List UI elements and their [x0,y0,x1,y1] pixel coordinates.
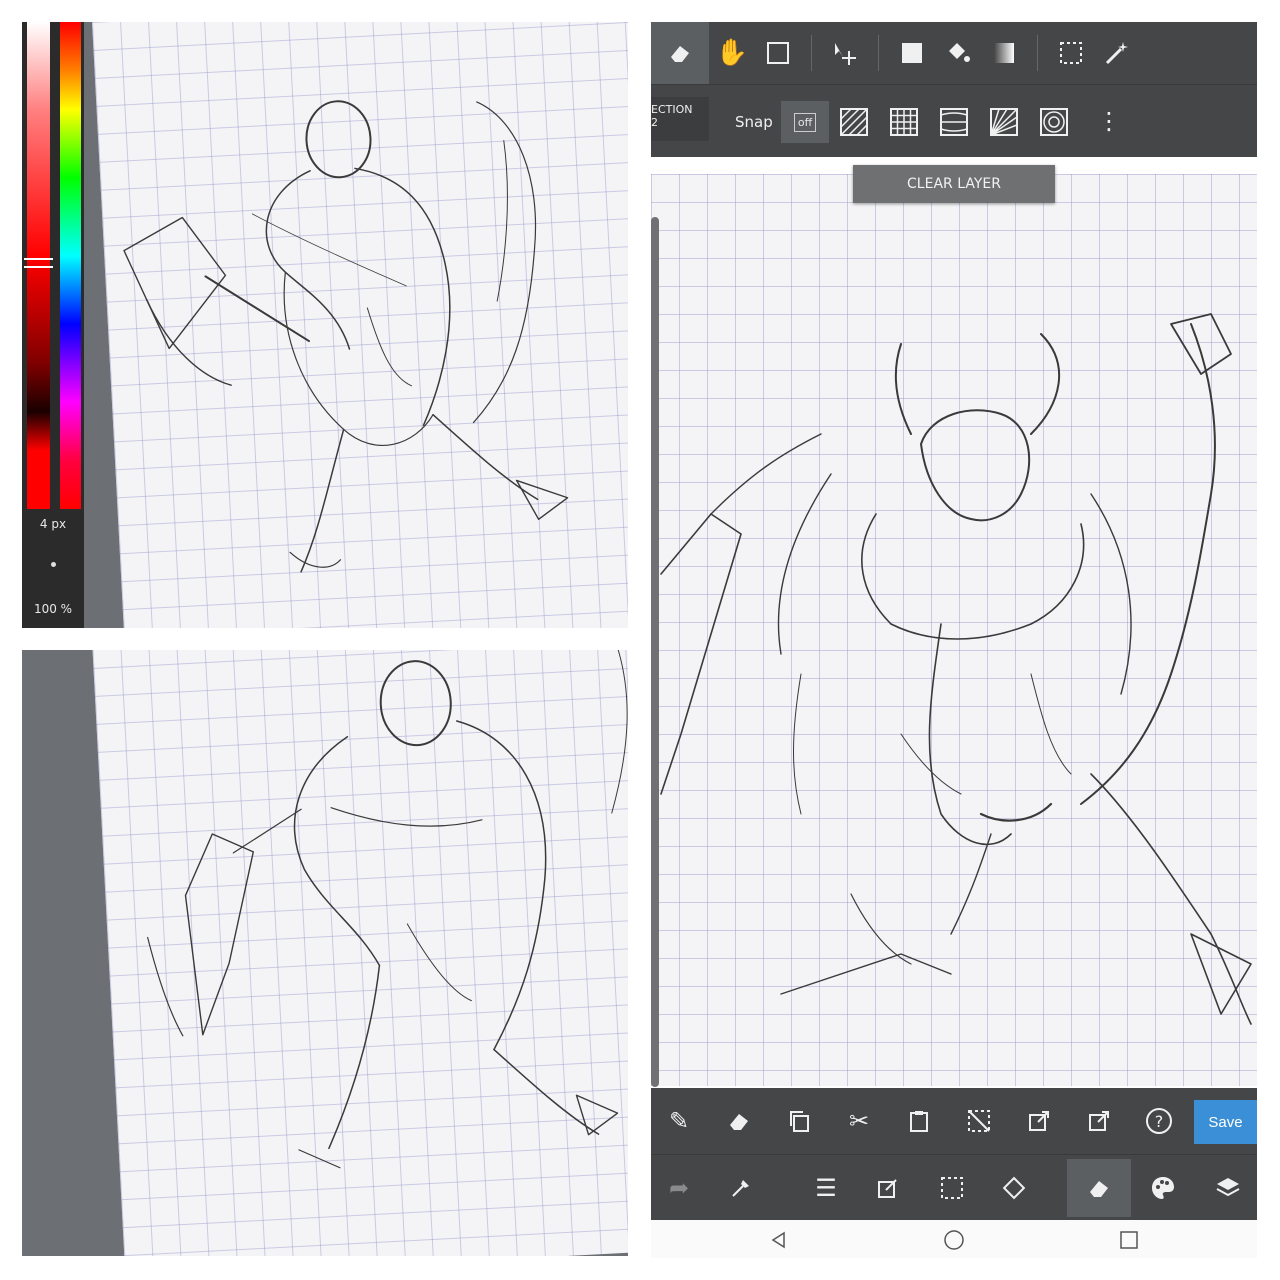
redo-icon[interactable]: ➦ [659,1168,699,1208]
bucket-icon[interactable] [935,30,981,76]
system-navbar [651,1220,1257,1258]
eraser-icon[interactable] [719,1101,759,1141]
rotate-icon[interactable] [994,1168,1034,1208]
gradient-icon[interactable] [981,30,1027,76]
sketch-drawing [660,313,1252,1025]
palette-icon[interactable] [1143,1168,1183,1208]
bottom-toolbar-edit: ✎ ✂ ? Save [651,1088,1257,1154]
back-icon[interactable] [764,1225,794,1255]
perspective-icon[interactable] [989,107,1019,137]
eyedropper-icon[interactable] [721,1168,761,1208]
recents-icon[interactable] [1114,1225,1144,1255]
sketch-view-top-left: 4 px 100 % [22,22,628,628]
save-button[interactable]: Save [1194,1100,1257,1144]
svg-text:?: ? [1155,1112,1164,1131]
magic-wand-icon[interactable] [1094,30,1140,76]
paste-icon[interactable] [899,1101,939,1141]
sketch-view-bottom-left [22,650,628,1256]
top-toolbar: ✋ [651,22,1257,84]
vanishing-lines-icon[interactable] [939,107,969,137]
snap-toolbar: ECTION 2 Snap off ⋮ [651,84,1257,157]
canvas-scrollbar[interactable] [651,217,659,1087]
saturation-marker[interactable] [24,258,53,268]
deselect-icon[interactable] [959,1101,999,1141]
selection-icon[interactable] [932,1168,972,1208]
snap-label: Snap [735,113,773,131]
copy-icon[interactable] [779,1101,819,1141]
more-vertical-icon[interactable]: ⋮ [1097,107,1121,135]
concentric-icon[interactable] [1039,107,1069,137]
toolbar-divider [811,35,812,71]
grid-icon[interactable] [889,107,919,137]
toolbar-divider [1037,35,1038,71]
editor-view: ✋ ECTION 2 Snap off ⋮ CLEAR LAYER ✎ ✂ ? … [651,22,1257,1258]
eraser-icon[interactable] [1079,1168,1119,1208]
hand-icon[interactable]: ✋ [709,30,755,76]
home-icon[interactable] [939,1225,969,1255]
sketch-drawing [147,650,628,1169]
export-icon[interactable] [1019,1101,1059,1141]
canvas-sheet[interactable] [92,22,628,628]
snap-off-button[interactable]: off [781,101,829,143]
cut-icon[interactable]: ✂ [839,1101,879,1141]
bottom-toolbar-tools: ➦ ☰ [651,1154,1257,1221]
rectangle-icon[interactable] [755,30,801,76]
edit-icon[interactable] [868,1168,908,1208]
snap-off-label: off [793,112,817,132]
share-icon[interactable] [1079,1101,1119,1141]
layers-icon[interactable] [1208,1168,1248,1208]
help-icon[interactable]: ? [1139,1101,1179,1141]
parallel-lines-icon[interactable] [839,107,869,137]
brush-preview-dot [51,562,56,567]
canvas-sheet[interactable] [92,650,628,1256]
toolbar-divider [878,35,879,71]
selection-icon[interactable] [1048,30,1094,76]
color-panel: 4 px 100 % [22,22,84,628]
section-button[interactable]: ECTION 2 [651,97,709,141]
hue-slider[interactable] [60,22,81,509]
brush-size-label: 4 px [39,517,67,531]
sketch-drawing [123,100,569,573]
drawing-canvas[interactable] [651,174,1257,1086]
opacity-label: 100 % [33,602,73,616]
move-icon[interactable] [822,30,868,76]
fill-square-icon[interactable] [889,30,935,76]
eraser-icon[interactable] [651,22,709,84]
pencil-icon[interactable]: ✎ [659,1101,699,1141]
menu-icon[interactable]: ☰ [806,1168,846,1208]
clear-layer-button[interactable]: CLEAR LAYER [853,165,1055,203]
